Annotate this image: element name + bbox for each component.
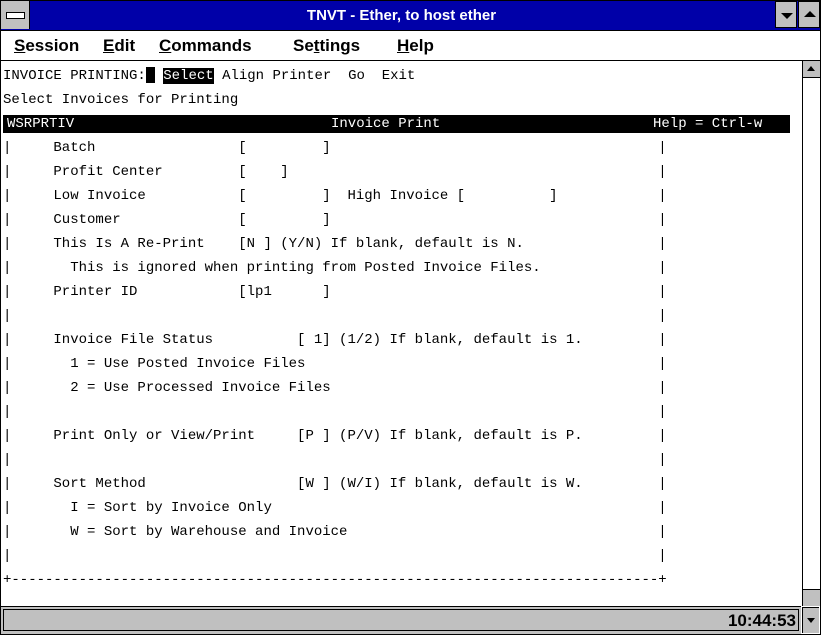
arrow-down-icon: [807, 618, 815, 623]
menu-session[interactable]: Session: [14, 31, 79, 60]
form-line: | |: [3, 452, 667, 468]
form-line: | 2 = Use Processed Invoice Files |: [3, 380, 667, 396]
form-line: | Sort Method [W ] (W/I) If blank, defau…: [3, 476, 667, 492]
program-name: WSRPRTIV: [7, 115, 75, 133]
terminal-window: TNVT - Ether, to host ether Session Edit…: [0, 0, 821, 635]
scroll-down-button[interactable]: [802, 607, 819, 633]
arrow-up-icon: [807, 66, 815, 71]
minimize-icon: [781, 13, 793, 19]
system-menu-icon: [6, 12, 25, 19]
command-prompt: INVOICE PRINTING:: [3, 68, 146, 84]
form-line: | I = Sort by Invoice Only |: [3, 500, 667, 516]
form-line: | Profit Center [ ] |: [3, 164, 667, 180]
text-cursor: [145, 67, 155, 84]
form-line: | Invoice File Status [ 1] (1/2) If blan…: [3, 332, 667, 348]
form-line: | Batch [ ] |: [3, 140, 667, 156]
form-title: Invoice Print: [331, 115, 441, 133]
minimize-button[interactable]: [775, 1, 797, 28]
vertical-scrollbar[interactable]: [802, 61, 820, 606]
maximize-button[interactable]: [798, 1, 820, 28]
form-line: | This Is A Re-Print [N ] (Y/N) If blank…: [3, 236, 667, 252]
scroll-up-button[interactable]: [803, 61, 820, 78]
menu-settings[interactable]: Settings: [293, 31, 360, 60]
form-line: +---------------------------------------…: [3, 572, 667, 588]
subtitle-line: Select Invoices for Printing: [3, 92, 239, 108]
form-line: | 1 = Use Posted Invoice Files |: [3, 356, 667, 372]
form-line: | |: [3, 404, 667, 420]
system-menu-button[interactable]: [1, 1, 30, 29]
form-line: | |: [3, 548, 667, 564]
status-bar: 10:44:53: [1, 606, 801, 634]
maximize-icon: [804, 11, 816, 17]
status-clock: 10:44:53: [727, 611, 796, 630]
title-bar[interactable]: TNVT - Ether, to host ether: [1, 1, 820, 31]
form-line: | W = Sort by Warehouse and Invoice |: [3, 524, 667, 540]
menu-bar: Session Edit Commands Settings Help: [1, 31, 820, 61]
command-align-printer[interactable]: Align Printer: [222, 68, 331, 84]
menu-commands[interactable]: Commands: [159, 31, 252, 60]
form-line: | This is ignored when printing from Pos…: [3, 260, 667, 276]
form-line: | Printer ID [lp1 ] |: [3, 284, 667, 300]
form-line: | Print Only or View/Print [P ] (P/V) If…: [3, 428, 667, 444]
command-select[interactable]: Select: [163, 68, 214, 84]
form-line: | Customer [ ] |: [3, 212, 667, 228]
command-go[interactable]: Go: [348, 68, 365, 84]
help-hint: Help = Ctrl-w: [653, 115, 763, 133]
form-line: | Low Invoice [ ] High Invoice [ ] |: [3, 188, 667, 204]
scroll-thumb[interactable]: [803, 589, 820, 606]
command-line: INVOICE PRINTING: Select Align Printer G…: [3, 67, 415, 85]
terminal-screen[interactable]: INVOICE PRINTING: Select Align Printer G…: [1, 61, 801, 605]
menu-edit[interactable]: Edit: [103, 31, 135, 60]
command-exit[interactable]: Exit: [382, 68, 416, 84]
window-title: TNVT - Ether, to host ether: [306, 7, 497, 24]
form-line: | |: [3, 308, 667, 324]
menu-help[interactable]: Help: [397, 31, 434, 60]
status-panel: 10:44:53: [3, 609, 799, 631]
